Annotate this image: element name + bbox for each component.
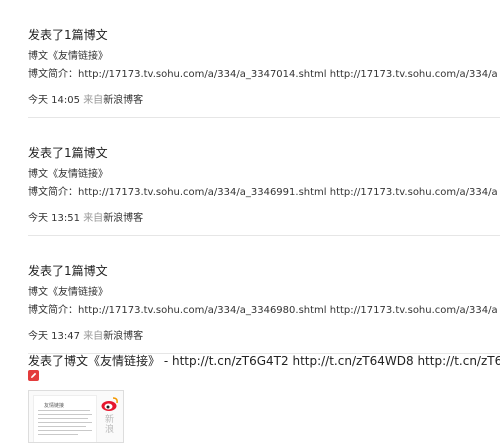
post-meta: 今天 14:05 来自新浪博客 [28, 91, 143, 106]
blog-summary: 博文简介：http://17173.tv.sohu.com/a/334/a_33… [28, 65, 498, 80]
activity-feed: 发表了1篇博文 博文《友情链接》 博文简介：http://17173.tv.so… [28, 0, 500, 354]
post-meta: 今天 13:51 来自新浪博客 [28, 209, 143, 224]
feed-post: 发表了1篇博文 博文《友情链接》 博文简介：http://17173.tv.so… [28, 0, 500, 118]
post-share-text: 发表了博文《友情链接》 - http://t.cn/zT6G4T2 http:/… [28, 354, 500, 368]
thumbnail-text-line [38, 410, 90, 411]
summary-text: http://17173.tv.sohu.com/a/334/a_3346991… [78, 187, 498, 198]
source-link[interactable]: 新浪博客 [103, 95, 143, 106]
summary-text: http://17173.tv.sohu.com/a/334/a_3347014… [78, 69, 498, 80]
thumbnail-text-line [38, 430, 92, 431]
post-time[interactable]: 今天 13:51 [28, 213, 80, 224]
source-link[interactable]: 新浪博客 [103, 331, 143, 342]
post-title: 发表了1篇博文 [28, 264, 108, 278]
post-time[interactable]: 今天 13:47 [28, 331, 80, 342]
feed-post-blog-share: 发表了博文《友情链接》 - http://t.cn/zT6G4T2 http:/… [28, 352, 500, 443]
from-label: 来自 [83, 213, 104, 224]
feed-post: 发表了1篇博文 博文《友情链接》 博文简介：http://17173.tv.so… [28, 118, 500, 236]
summary-label: 博文简介： [28, 69, 78, 80]
thumbnail-text-line [38, 414, 92, 415]
post-title: 发表了1篇博文 [28, 146, 108, 160]
thumbnail-text-line [38, 434, 78, 435]
edit-icon [28, 370, 39, 381]
source-link[interactable]: 新浪博客 [103, 213, 143, 224]
blog-title-link[interactable]: 博文《友情链接》 [28, 165, 108, 180]
thumbnail-card: 友情链接 [33, 395, 97, 442]
thumbnail-title: 友情链接 [44, 403, 65, 409]
post-time[interactable]: 今天 14:05 [28, 95, 80, 106]
post-title: 发表了1篇博文 [28, 28, 108, 42]
thumbnail-brand: 新浪 [105, 415, 115, 435]
thumbnail-text-line [38, 426, 86, 427]
blog-title-link[interactable]: 博文《友情链接》 [28, 47, 108, 62]
from-label: 来自 [83, 331, 104, 342]
thumbnail-text-line [38, 422, 92, 423]
thumbnail-text-line [38, 418, 88, 419]
feed-post: 发表了1篇博文 博文《友情链接》 博文简介：http://17173.tv.so… [28, 236, 500, 354]
summary-label: 博文简介： [28, 187, 78, 198]
blog-title-link[interactable]: 博文《友情链接》 [28, 283, 108, 298]
blog-summary: 博文简介：http://17173.tv.sohu.com/a/334/a_33… [28, 301, 498, 316]
post-meta: 今天 13:47 来自新浪博客 [28, 327, 143, 342]
from-label: 来自 [83, 95, 104, 106]
blog-thumbnail[interactable]: 友情链接 新浪 [28, 390, 124, 443]
blog-summary: 博文简介：http://17173.tv.sohu.com/a/334/a_33… [28, 183, 498, 198]
summary-label: 博文简介： [28, 305, 78, 316]
weibo-logo-icon [101, 397, 118, 411]
summary-text: http://17173.tv.sohu.com/a/334/a_3346980… [78, 305, 498, 316]
